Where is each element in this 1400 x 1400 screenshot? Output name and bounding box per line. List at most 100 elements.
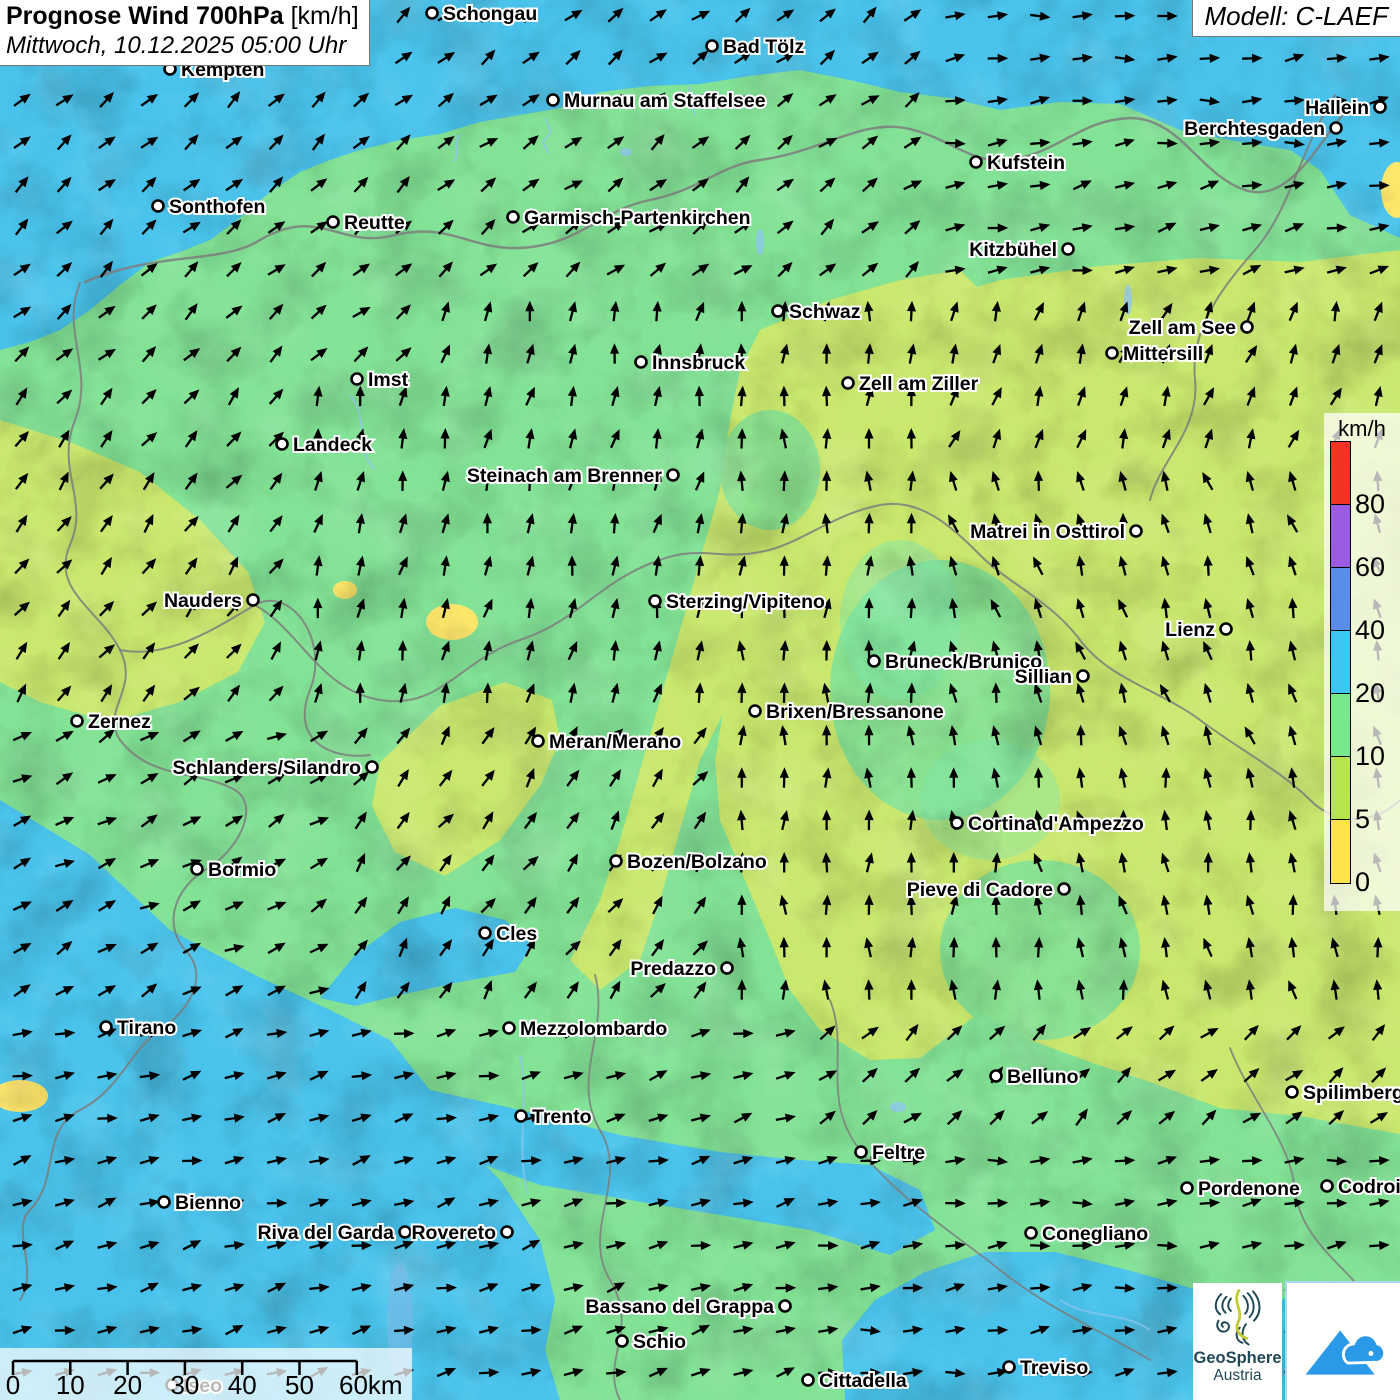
legend-tick-80: 80 xyxy=(1355,491,1385,518)
partner-logo-box xyxy=(1285,1281,1400,1400)
city-label: Mezzolombardo xyxy=(520,1018,667,1040)
scale-label: 20 xyxy=(113,1370,142,1400)
city-label: Hallein xyxy=(1305,97,1369,119)
city-marker xyxy=(1331,123,1342,134)
city-label: Cittadella xyxy=(819,1370,907,1392)
city-marker xyxy=(192,864,203,875)
city-marker xyxy=(636,357,647,368)
city-label: Steinach am Brenner xyxy=(467,465,662,487)
city-label: Belluno xyxy=(1007,1066,1079,1088)
city-marker xyxy=(991,1071,1002,1082)
city-label: Conegliano xyxy=(1042,1223,1148,1245)
city-marker xyxy=(773,306,784,317)
city-label: Kitzbühel xyxy=(969,239,1057,261)
city-label: Schongau xyxy=(443,3,537,25)
city-label: Sillian xyxy=(1015,666,1072,688)
city-marker xyxy=(533,736,544,747)
city-marker xyxy=(856,1147,867,1158)
legend-title: km/h xyxy=(1324,413,1400,442)
map-title-unit: [km/h] xyxy=(291,2,359,30)
legend-segment-0 xyxy=(1331,820,1350,883)
city-label: Innsbruck xyxy=(652,352,745,374)
city-label: Sterzing/Vipiteno xyxy=(666,591,825,613)
city-label: Zell am See xyxy=(1129,317,1236,339)
city-label: Reutte xyxy=(344,212,405,234)
city-label: Riva del Garda xyxy=(257,1222,394,1244)
city-marker xyxy=(1004,1362,1015,1373)
city-label: Matrei in Osttirol xyxy=(970,521,1125,543)
city-label: Garmisch-Partenkirchen xyxy=(524,207,751,229)
city-label: Bienno xyxy=(175,1192,241,1214)
city-label: Treviso xyxy=(1020,1357,1088,1379)
geosphere-logo: GeoSphere Austria xyxy=(1193,1283,1282,1400)
weather-map-stage: SchongauBad TölzKemptenMurnau am Staffel… xyxy=(0,0,1400,1400)
scale-label: 0 xyxy=(6,1370,20,1400)
city-label: Landeck xyxy=(293,434,372,456)
city-label: Kufstein xyxy=(987,152,1065,174)
city-label: Bozen/Bolzano xyxy=(627,851,767,873)
city-label: Imst xyxy=(368,369,409,391)
city-marker xyxy=(1107,348,1118,359)
city-label: Meran/Merano xyxy=(549,731,681,753)
city-marker xyxy=(611,856,622,867)
city-label: Bassano del Grappa xyxy=(585,1296,774,1318)
legend-segment-80 xyxy=(1331,442,1350,505)
city-marker xyxy=(508,212,519,223)
city-marker xyxy=(803,1375,814,1386)
map-datetime: Mittwoch, 10.12.2025 05:00 Uhr xyxy=(6,32,359,60)
wind-map-canvas: SchongauBad TölzKemptenMurnau am Staffel… xyxy=(0,0,1400,1400)
city-label: Bad Tölz xyxy=(723,36,804,58)
city-marker xyxy=(504,1023,515,1034)
city-marker xyxy=(1322,1181,1333,1192)
legend-tick-20: 20 xyxy=(1355,680,1385,707)
city-label: Zernez xyxy=(88,711,151,733)
city-marker xyxy=(1059,884,1070,895)
city-marker xyxy=(72,716,83,727)
city-marker xyxy=(277,439,288,450)
model-label: Modell: C-LAEF xyxy=(1205,1,1389,31)
legend-segment-60 xyxy=(1331,505,1350,568)
city-marker xyxy=(352,374,363,385)
city-marker xyxy=(869,656,880,667)
city-marker xyxy=(650,596,661,607)
city-marker xyxy=(1078,671,1089,682)
legend-tick-5: 5 xyxy=(1355,806,1370,833)
scale-label: 10 xyxy=(56,1370,85,1400)
legend-segment-10 xyxy=(1331,694,1350,757)
city-label: Schio xyxy=(633,1331,686,1353)
city-marker xyxy=(101,1022,112,1033)
city-label: Spilimbergo xyxy=(1303,1082,1400,1104)
city-label: Pordenone xyxy=(1198,1178,1300,1200)
city-marker xyxy=(248,595,259,606)
city-label: Predazzo xyxy=(630,958,716,980)
legend-tick-10: 10 xyxy=(1355,743,1385,770)
city-marker xyxy=(843,378,854,389)
city-marker xyxy=(722,963,733,974)
city-label: Schlanders/Silandro xyxy=(172,757,361,779)
city-label: Feltre xyxy=(872,1142,925,1164)
city-marker xyxy=(971,157,982,168)
city-label: Sonthofen xyxy=(169,196,265,218)
city-label: Schwaz xyxy=(789,301,861,323)
city-marker xyxy=(1182,1183,1193,1194)
map-title: Prognose Wind 700hPa xyxy=(6,2,284,30)
city-marker xyxy=(1131,526,1142,537)
geosphere-country: Austria xyxy=(1193,1367,1282,1385)
city-marker xyxy=(153,201,164,212)
city-label: Cortina d'Ampezzo xyxy=(968,813,1144,835)
city-label: Bormio xyxy=(208,859,276,881)
city-marker xyxy=(516,1111,527,1122)
scale-label: 30 xyxy=(170,1370,199,1400)
city-label: Codroipo xyxy=(1338,1176,1400,1198)
city-marker xyxy=(1221,624,1232,635)
city-marker xyxy=(400,1227,411,1238)
city-label: Cles xyxy=(496,923,537,945)
map-title-line: Prognose Wind 700hPa [km/h] xyxy=(6,2,359,31)
city-marker xyxy=(1287,1087,1298,1098)
city-marker xyxy=(502,1227,513,1238)
city-marker xyxy=(1375,102,1386,113)
city-marker xyxy=(1063,244,1074,255)
city-marker xyxy=(750,706,761,717)
city-label: Trento xyxy=(532,1106,592,1128)
city-label: Berchtesgaden xyxy=(1184,118,1325,140)
